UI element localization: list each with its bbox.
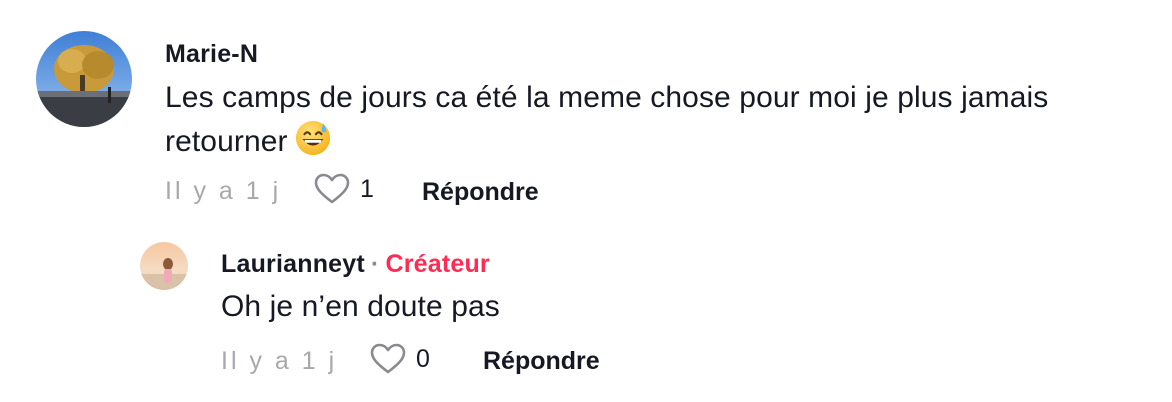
creator-badge: Créateur — [385, 250, 490, 278]
like-count: 1 — [360, 174, 374, 203]
avatar[interactable] — [140, 242, 188, 290]
avatar-image — [36, 31, 132, 127]
reply-comment-item: Laurianneyt · Créateur Oh je n’en doute pa… — [0, 225, 1172, 402]
comment-item: Marie-N Les camps de jours ca été la mem… — [0, 0, 1172, 225]
reply-button[interactable]: Répondre — [422, 178, 539, 207]
grinning-face-with-sweat-icon — [294, 119, 332, 157]
like-count: 0 — [416, 344, 430, 373]
heart-icon — [314, 173, 350, 204]
comment-text: Les camps de jours ca été la meme chose … — [165, 76, 1145, 163]
like-button[interactable]: 1 — [314, 173, 374, 205]
separator-dot: · — [370, 250, 380, 278]
comment-text: Oh je n’en doute pas — [221, 290, 500, 323]
avatar-image — [140, 242, 188, 290]
comment-timestamp: Il y a 1 j — [221, 347, 338, 375]
reply-username-line: Laurianneyt · Créateur — [221, 250, 490, 279]
reply-button[interactable]: Répondre — [483, 347, 600, 376]
comment-username[interactable]: Marie-N — [165, 40, 258, 69]
heart-icon — [370, 343, 406, 374]
avatar[interactable] — [36, 31, 132, 127]
comment-timestamp: Il y a 1 j — [165, 177, 282, 205]
like-button[interactable]: 0 — [370, 343, 430, 375]
comment-username[interactable]: Laurianneyt — [221, 250, 365, 278]
